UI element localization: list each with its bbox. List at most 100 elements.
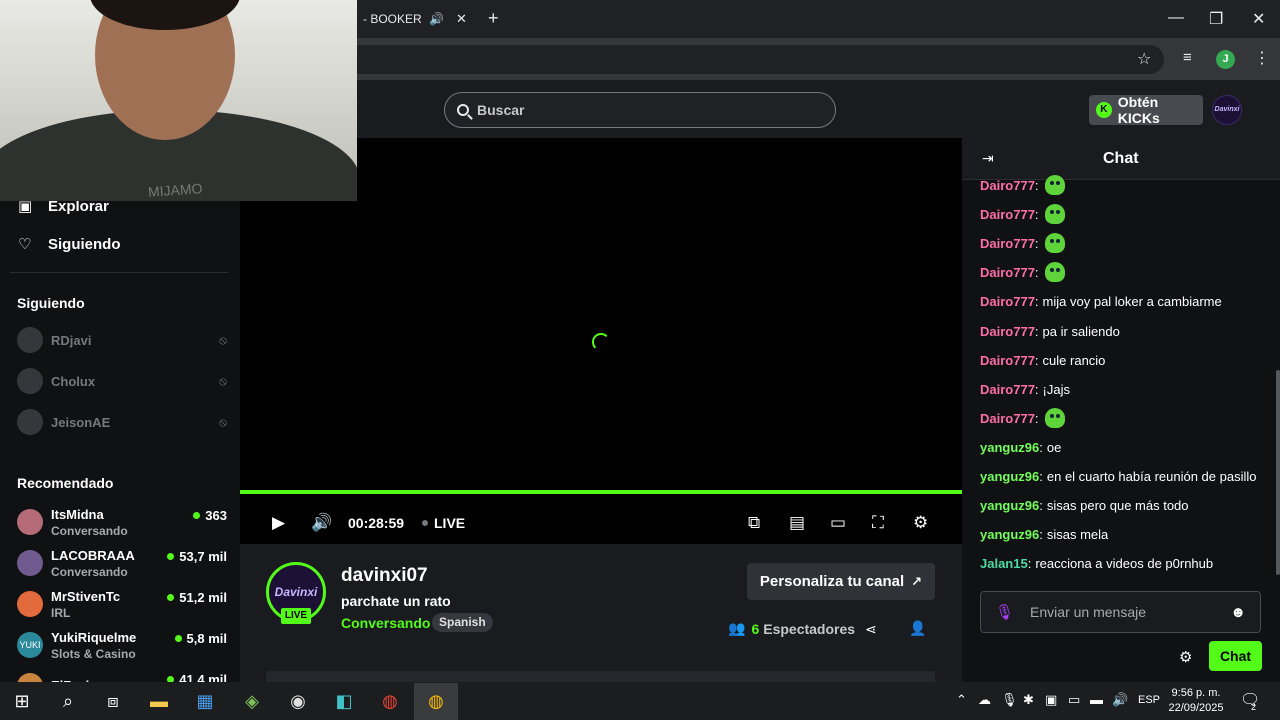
tray-app-icon[interactable]: ▣ bbox=[1045, 692, 1057, 708]
emote-icon bbox=[1044, 408, 1065, 428]
chat-scrollbar[interactable] bbox=[1276, 370, 1280, 575]
theater-mode-icon[interactable]: ▭ bbox=[830, 513, 846, 533]
chrome-icon[interactable]: ◍ bbox=[423, 688, 449, 714]
stream-category[interactable]: Conversando bbox=[341, 615, 430, 631]
browser-tab[interactable]: - BOOKER T (V 🔊 ✕ bbox=[357, 6, 477, 32]
app-icon[interactable]: ◈ bbox=[239, 688, 265, 714]
obs-icon[interactable]: ◉ bbox=[285, 688, 311, 714]
chat-message-input[interactable] bbox=[1030, 604, 1231, 620]
chat-message: Dairo777: bbox=[980, 204, 1065, 224]
user-avatar[interactable]: Davinxi bbox=[1212, 95, 1242, 125]
viewer-label: Espectadores bbox=[763, 620, 856, 637]
recommended-channel[interactable]: MrStivenTc IRL 51,2 mil bbox=[17, 586, 227, 622]
recommended-channel[interactable]: ItsMidna Conversando 363 bbox=[17, 504, 227, 540]
chat-username[interactable]: Dairo777 bbox=[980, 411, 1035, 426]
play-icon[interactable]: ▶ bbox=[272, 513, 285, 533]
store-icon[interactable]: ▦ bbox=[192, 688, 218, 714]
chat-username[interactable]: Dairo777 bbox=[980, 236, 1035, 251]
get-kicks-button[interactable]: K Obtén KICKs bbox=[1089, 94, 1203, 126]
fullscreen-icon[interactable]: ⛶ bbox=[872, 513, 884, 533]
live-dot-icon bbox=[167, 553, 175, 560]
chrome-icon[interactable]: ◍ bbox=[377, 688, 403, 714]
chat-username[interactable]: Dairo777 bbox=[980, 353, 1035, 368]
windows-start-icon[interactable]: ⊞ bbox=[9, 688, 35, 714]
maximize-icon[interactable]: ❐ bbox=[1209, 9, 1223, 29]
live-indicator[interactable]: LIVE bbox=[422, 515, 465, 531]
chat-username[interactable]: Dairo777 bbox=[980, 207, 1035, 222]
tray-app-icon[interactable]: ☁ bbox=[978, 692, 991, 708]
bluetooth-icon[interactable]: ✱ bbox=[1023, 692, 1034, 708]
emoji-icon[interactable]: ☻ bbox=[1230, 604, 1246, 621]
recommended-name: ItsMidna bbox=[51, 506, 104, 522]
volume-icon[interactable]: 🔊 bbox=[311, 513, 332, 533]
offline-icon: ⦸ bbox=[219, 332, 227, 347]
following-item[interactable]: JeisonAE ⦸ bbox=[17, 407, 227, 437]
live-dot-icon bbox=[167, 594, 175, 601]
recommended-title: Recomendado bbox=[17, 475, 114, 491]
playback-progress-bar[interactable] bbox=[240, 490, 962, 494]
send-chat-button[interactable]: Chat bbox=[1209, 641, 1262, 671]
chat-username[interactable]: Dairo777 bbox=[980, 265, 1035, 280]
nav-following[interactable]: ♡ Siguiendo bbox=[18, 235, 121, 254]
recommended-channel[interactable]: YUKI YukiRiquelme Slots & Casino 5,8 mil bbox=[17, 627, 227, 663]
network-icon[interactable]: ▭ bbox=[1068, 692, 1080, 708]
app-icon[interactable]: ◧ bbox=[331, 688, 357, 714]
share-icon[interactable]: ⋖ bbox=[865, 621, 877, 638]
chat-username[interactable]: yanguz96 bbox=[980, 440, 1039, 455]
speaker-tray-icon[interactable]: 🔊 bbox=[1112, 692, 1128, 708]
input-language[interactable]: ESP bbox=[1138, 694, 1160, 706]
viewer-count: 363 bbox=[193, 508, 227, 523]
chat-username[interactable]: Dairo777 bbox=[980, 382, 1035, 397]
chat-username[interactable]: Dairo777 bbox=[980, 294, 1035, 309]
recommended-category: IRL bbox=[51, 605, 71, 620]
microphone-icon[interactable]: 🎙 bbox=[995, 603, 1014, 621]
close-window-icon[interactable]: ✕ bbox=[1252, 9, 1265, 29]
chat-settings-icon[interactable]: ⚙ bbox=[1179, 648, 1192, 666]
file-explorer-icon[interactable]: ▬ bbox=[146, 688, 172, 714]
chat-username[interactable]: yanguz96 bbox=[980, 527, 1039, 542]
follow-user-icon[interactable]: 👤 bbox=[909, 620, 926, 637]
search-taskbar-icon[interactable]: ⌕ bbox=[55, 688, 81, 714]
minimize-icon[interactable]: — bbox=[1168, 9, 1184, 27]
profile-avatar[interactable]: J bbox=[1216, 50, 1235, 69]
search-input[interactable] bbox=[477, 102, 817, 118]
battery-icon[interactable]: ▬ bbox=[1090, 692, 1103, 707]
channel-name[interactable]: davinxi07 bbox=[341, 565, 428, 587]
chat-username[interactable]: yanguz96 bbox=[980, 469, 1039, 484]
miniplayer-icon[interactable]: ⧉ bbox=[748, 513, 760, 533]
language-tag[interactable]: Spanish bbox=[432, 613, 493, 632]
loading-spinner-icon bbox=[592, 333, 610, 351]
search-bar[interactable] bbox=[444, 92, 836, 128]
clock-time: 9:56 p. m. bbox=[1171, 687, 1221, 699]
media-queue-icon[interactable]: ≡ bbox=[1183, 49, 1192, 66]
system-clock[interactable]: 9:56 p. m. 22/09/2025 bbox=[1166, 686, 1226, 716]
speaker-icon[interactable]: 🔊 bbox=[429, 12, 444, 26]
chat-username[interactable]: Jalan15 bbox=[980, 556, 1028, 571]
clip-icon[interactable]: ▤ bbox=[789, 513, 805, 533]
bookmark-star-icon[interactable]: ☆ bbox=[1137, 49, 1151, 69]
channel-avatar: YUKI bbox=[17, 632, 43, 658]
microphone-tray-icon[interactable]: 🎙 bbox=[1001, 692, 1018, 708]
chat-message: Dairo777: cule rancio bbox=[980, 352, 1106, 368]
customize-channel-button[interactable]: Personaliza tu canal ↗ bbox=[747, 563, 935, 600]
chat-username[interactable]: Dairo777 bbox=[980, 178, 1035, 193]
new-tab-button[interactable]: + bbox=[488, 8, 499, 29]
close-tab-icon[interactable]: ✕ bbox=[456, 11, 467, 27]
chat-username[interactable]: Dairo777 bbox=[980, 324, 1035, 339]
following-name: Cholux bbox=[51, 373, 96, 389]
chat-input-box[interactable]: 🎙 ☻ bbox=[980, 591, 1261, 633]
chat-message: Dairo777: bbox=[980, 262, 1065, 282]
chat-message: Jalan15: reacciona a videos de p0rnhub bbox=[980, 555, 1214, 571]
collapse-chat-icon[interactable]: ⇥ bbox=[982, 150, 994, 167]
following-name: JeisonAE bbox=[51, 414, 111, 430]
following-item[interactable]: Cholux ⦸ bbox=[17, 366, 227, 396]
following-item[interactable]: RDjavi ⦸ bbox=[17, 325, 227, 355]
address-input[interactable] bbox=[357, 45, 1164, 74]
settings-gear-icon[interactable]: ⚙ bbox=[913, 513, 928, 533]
customize-label: Personaliza tu canal bbox=[759, 573, 905, 590]
tray-chevron-icon[interactable]: ⌃ bbox=[956, 692, 967, 708]
recommended-channel[interactable]: LACOBRAAA Conversando 53,7 mil bbox=[17, 545, 227, 581]
menu-kebab-icon[interactable]: ⋮ bbox=[1254, 48, 1270, 68]
chat-username[interactable]: yanguz96 bbox=[980, 498, 1039, 513]
task-view-icon[interactable]: ⧈ bbox=[100, 688, 126, 714]
